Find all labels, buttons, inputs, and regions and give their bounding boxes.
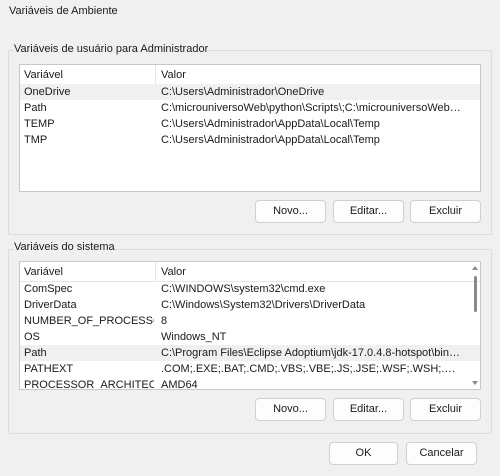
variable-name: TMP [24,134,48,146]
variable-value: 8 [161,315,168,327]
system-variable-row-comspec[interactable]: ComSpec C:\WINDOWS\system32\cmd.exe [20,281,480,297]
system-variable-row-pathext[interactable]: PATHEXT .COM;.EXE;.BAT;.CMD;.VBS;.VBE;.J… [20,361,480,377]
column-header-value[interactable]: Valor [161,69,186,81]
user-variable-row-tmp[interactable]: TMP C:\Users\Administrador\AppData\Local… [20,132,480,148]
scroll-down-arrow-icon[interactable] [472,381,478,385]
column-separator[interactable] [155,65,156,84]
system-new-button[interactable]: Novo... [255,398,326,421]
title-bar: Variáveis de Ambiente [0,0,500,24]
system-variable-row-number-of-processors[interactable]: NUMBER_OF_PROCESSORS 8 [20,313,480,329]
user-edit-button[interactable]: Editar... [333,200,404,223]
ok-button[interactable]: OK [329,442,398,465]
variable-name: OS [24,331,40,343]
variable-name: OneDrive [24,86,71,98]
system-variables-list-header: Variável Valor [20,262,480,282]
variable-value: Windows_NT [161,331,227,343]
column-header-variable[interactable]: Variável [24,266,63,278]
variable-value: C:\WINDOWS\system32\cmd.exe [161,283,326,295]
variable-name: PROCESSOR_ARCHITECTURE [24,379,154,390]
variable-name: PATHEXT [24,363,74,375]
variable-value: C:\Program Files\Eclipse Adoptium\jdk-17… [161,347,461,359]
cancel-button[interactable]: Cancelar [406,442,477,465]
vertical-scrollbar-thumb[interactable] [474,276,477,312]
variable-name: NUMBER_OF_PROCESSORS [24,315,154,327]
system-edit-button[interactable]: Editar... [333,398,404,421]
system-variable-row-driverdata[interactable]: DriverData C:\Windows\System32\Drivers\D… [20,297,480,313]
system-delete-button[interactable]: Excluir [410,398,481,421]
variable-name: TEMP [24,118,55,130]
scroll-up-arrow-icon[interactable] [472,266,478,270]
user-delete-button[interactable]: Excluir [410,200,481,223]
user-variable-row-onedrive[interactable]: OneDrive C:\Users\Administrador\OneDrive [20,84,480,100]
variable-value: C:\Windows\System32\Drivers\DriverData [161,299,366,311]
user-variable-row-path[interactable]: Path C:\microuniversoWeb\python\Scripts\… [20,100,480,116]
system-variable-row-path[interactable]: Path C:\Program Files\Eclipse Adoptium\j… [20,345,480,361]
variable-value: AMD64 [161,379,198,390]
variable-value: C:\Users\Administrador\OneDrive [161,86,325,98]
user-variables-list-header: Variável Valor [20,65,480,85]
column-header-variable[interactable]: Variável [24,69,63,81]
variable-value: C:\Users\Administrador\AppData\Local\Tem… [161,118,380,130]
user-variable-row-temp[interactable]: TEMP C:\Users\Administrador\AppData\Loca… [20,116,480,132]
variable-name: Path [24,102,47,114]
user-variables-list[interactable]: Variável Valor OneDrive C:\Users\Adminis… [19,64,481,192]
user-variables-group-label: Variáveis de usuário para Administrador [14,43,209,55]
column-separator[interactable] [155,262,156,281]
system-variables-group-label: Variáveis do sistema [14,241,115,253]
variable-value: C:\microuniversoWeb\python\Scripts\;C:\m… [161,102,461,114]
system-variables-list[interactable]: Variável Valor ComSpec C:\WINDOWS\system… [19,261,481,390]
window-title: Variáveis de Ambiente [9,5,118,17]
variable-name: Path [24,347,47,359]
user-new-button[interactable]: Novo... [255,200,326,223]
system-variable-row-os[interactable]: OS Windows_NT [20,329,480,345]
variable-value: C:\Users\Administrador\AppData\Local\Tem… [161,134,380,146]
variable-name: DriverData [24,299,77,311]
column-header-value[interactable]: Valor [161,266,186,278]
variable-name: ComSpec [24,283,73,295]
variable-value: .COM;.EXE;.BAT;.CMD;.VBS;.VBE;.JS;.JSE;.… [161,363,461,375]
system-variable-row-processor-architecture[interactable]: PROCESSOR_ARCHITECTURE AMD64 [20,377,480,390]
